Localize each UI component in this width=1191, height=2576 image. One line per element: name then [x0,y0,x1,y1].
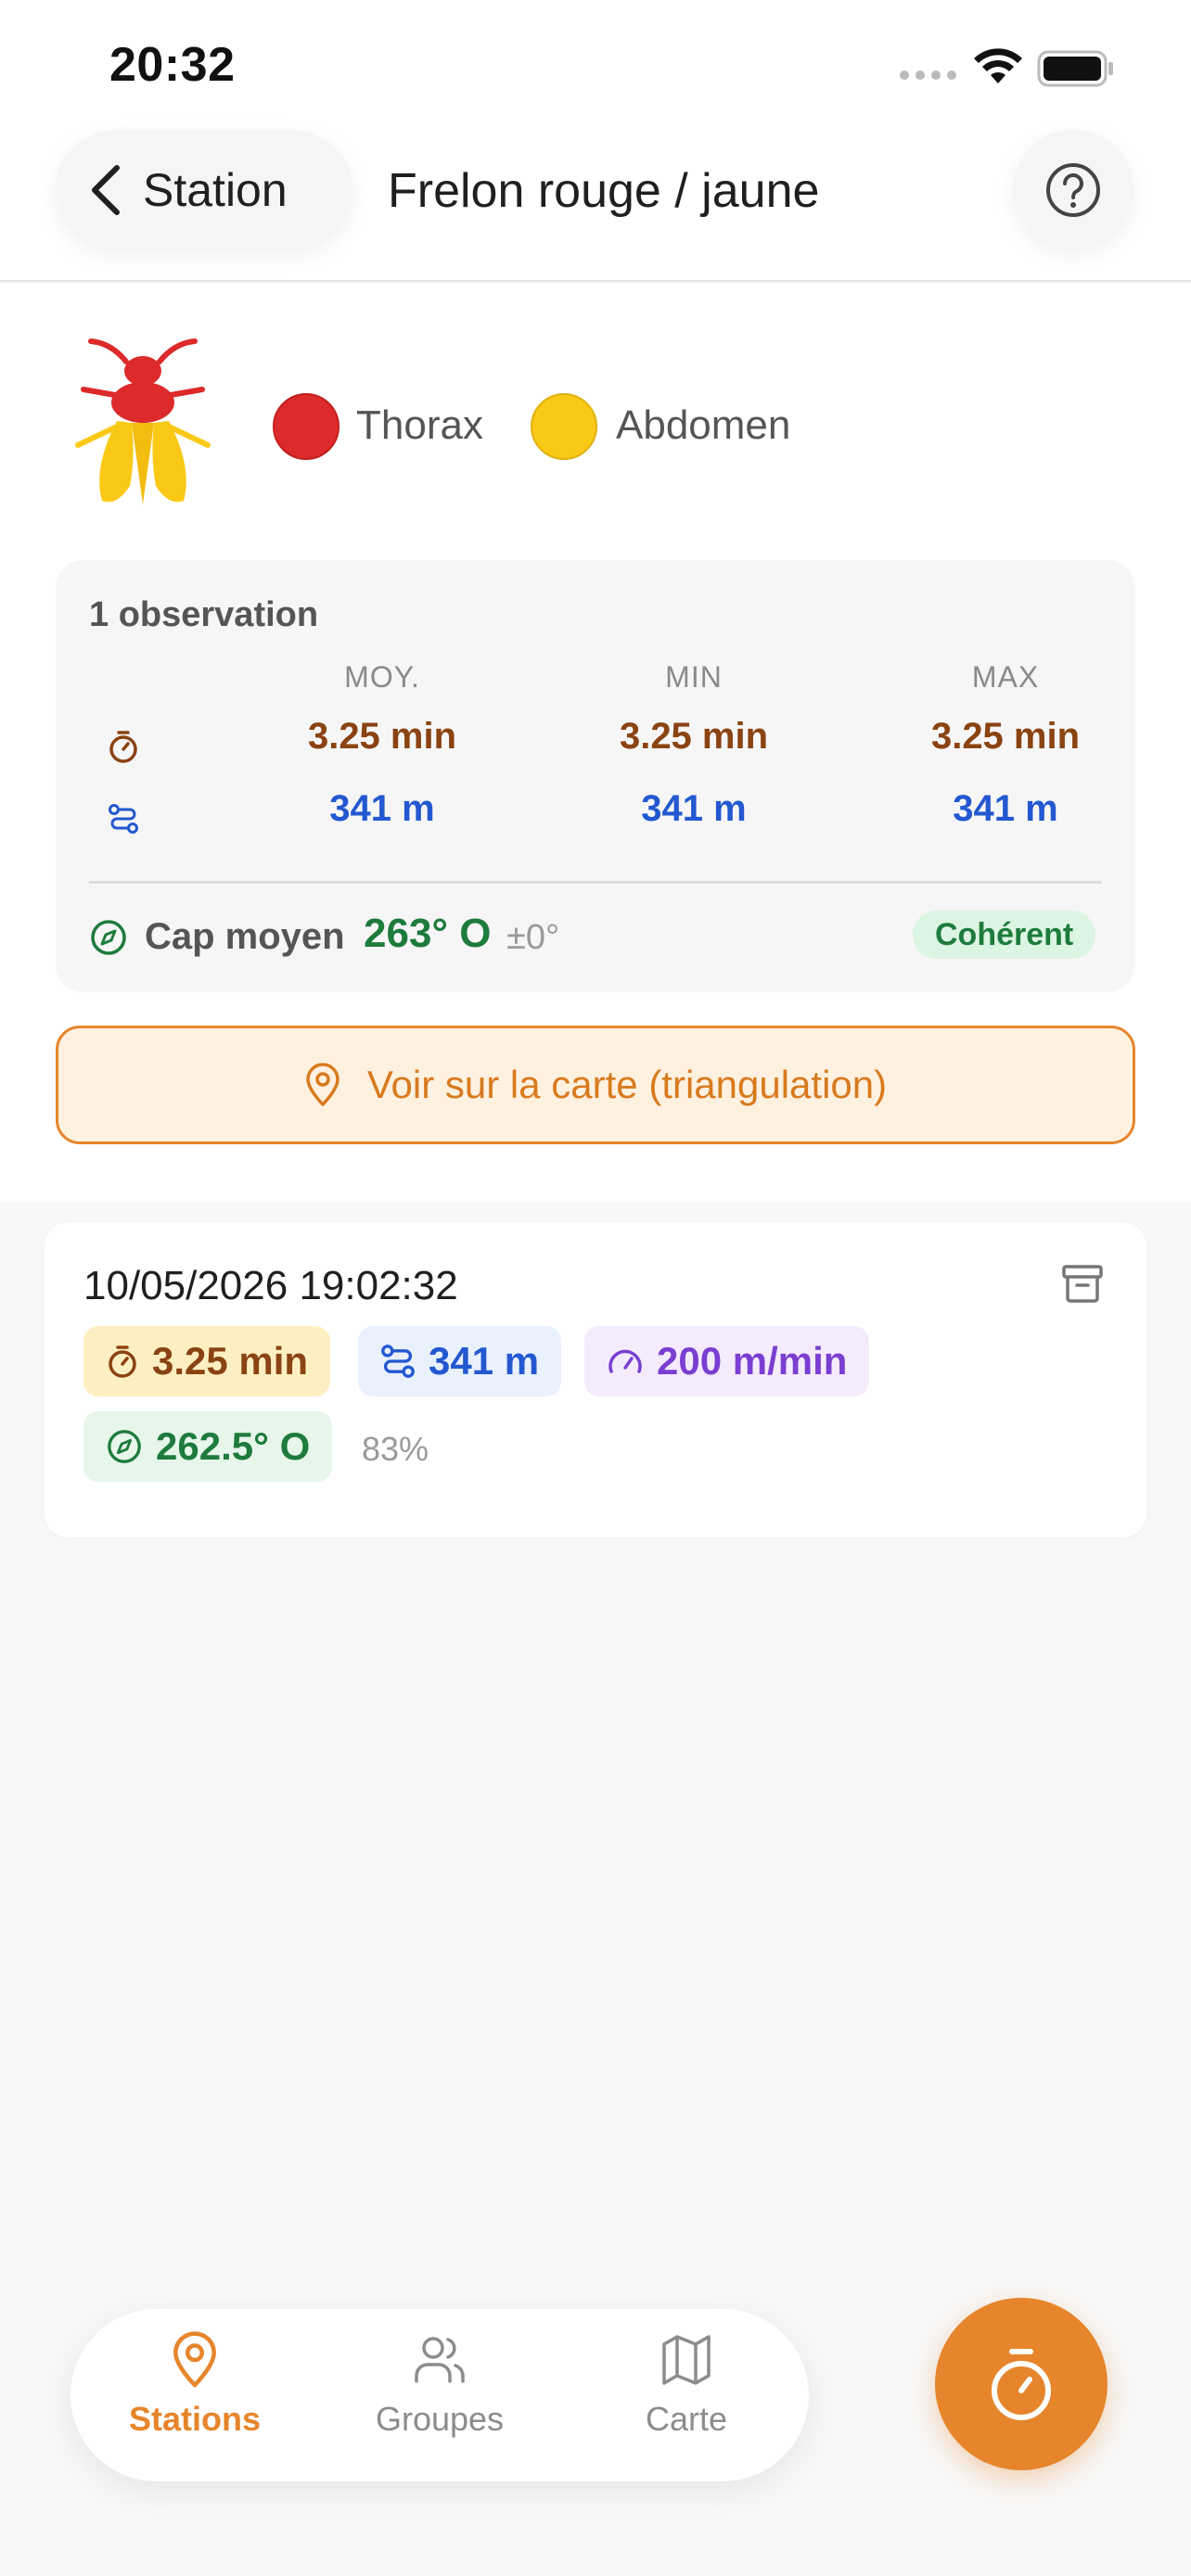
observation-speed-chip: 200 m/min [584,1326,870,1396]
compass-icon [91,920,126,955]
stopwatch-icon [109,731,137,763]
observation-time-chip: 3.25 min [83,1326,331,1396]
divider [89,881,1102,884]
tab-map-label: Carte [645,2400,728,2438]
cellular-signal-icon [900,70,956,80]
view-on-map-label: Voir sur la carte (triangulation) [366,1063,888,1106]
observation-heading-chip: 262.5° O [83,1411,333,1482]
wifi-icon [974,48,1022,83]
time-min: 3.25 min [619,716,769,757]
map-pin-icon [173,2331,216,2388]
tab-groups-label: Groupes [375,2400,505,2438]
stopwatch-icon [109,1345,136,1378]
back-button-label: Station [143,164,288,216]
navigation-header: Station Frelon rouge / jaune [0,130,1191,282]
observation-datetime: 10/05/2026 19:02:32 [83,1263,458,1308]
bottom-tab-bar: Stations Groupes Carte [70,2309,809,2481]
observation-confidence: 83% [362,1430,429,1468]
view-on-map-button[interactable]: Voir sur la carte (triangulation) [56,1026,1135,1144]
abdomen-label: Abdomen [616,402,791,448]
observation-speed: 200 m/min [657,1339,848,1383]
heading-spread: ±0° [506,918,560,957]
route-icon [381,1345,415,1378]
observation-card[interactable]: 10/05/2026 19:02:32 3.25 min 341 m 200 m… [45,1222,1146,1537]
stopwatch-icon [992,2349,1051,2420]
battery-icon [1037,50,1113,87]
back-button[interactable]: Station [56,130,352,250]
distance-min: 341 m [641,788,747,829]
abdomen-color-swatch [531,393,597,460]
map-icon [662,2335,711,2385]
distance-average: 341 m [329,788,435,829]
map-pin-icon [306,1063,339,1106]
column-header-max: MAX [971,660,1040,694]
users-icon [415,2337,465,2383]
tab-groups[interactable]: Groupes [328,2331,551,2461]
distance-max: 341 m [953,788,1058,829]
time-max: 3.25 min [930,716,1081,757]
page-title: Frelon rouge / jaune [388,164,820,218]
archive-icon[interactable] [1061,1263,1104,1304]
column-header-average: MOY. [344,660,420,694]
chevron-left-icon [92,165,120,215]
status-time: 20:32 [109,38,236,92]
column-header-min: MIN [665,660,723,694]
start-timer-button[interactable] [935,2298,1108,2470]
route-icon [109,804,138,834]
average-heading-label: Cap moyen [145,916,345,957]
statistics-card: 1 observation MOY. MIN MAX 3.25 min 3.25… [56,560,1135,992]
thorax-color-swatch [273,393,339,460]
gauge-icon [608,1349,642,1373]
hornet-icon [75,338,211,504]
observation-distance: 341 m [429,1339,540,1383]
average-heading-value: 263° O [364,911,492,956]
observation-time: 3.25 min [152,1339,309,1383]
observation-heading: 262.5° O [156,1424,311,1468]
consistency-badge: Cohérent [913,911,1096,959]
time-average: 3.25 min [307,716,457,757]
tab-stations[interactable]: Stations [83,2331,306,2461]
help-icon [1046,163,1100,217]
thorax-label: Thorax [356,402,483,448]
help-button[interactable] [1013,130,1133,250]
tab-stations-label: Stations [128,2400,261,2438]
observation-distance-chip: 341 m [358,1326,562,1396]
status-bar: 20:32 [0,0,1191,130]
tab-map[interactable]: Carte [575,2331,798,2461]
compass-icon [108,1430,141,1463]
observation-count: 1 observation [89,595,319,634]
